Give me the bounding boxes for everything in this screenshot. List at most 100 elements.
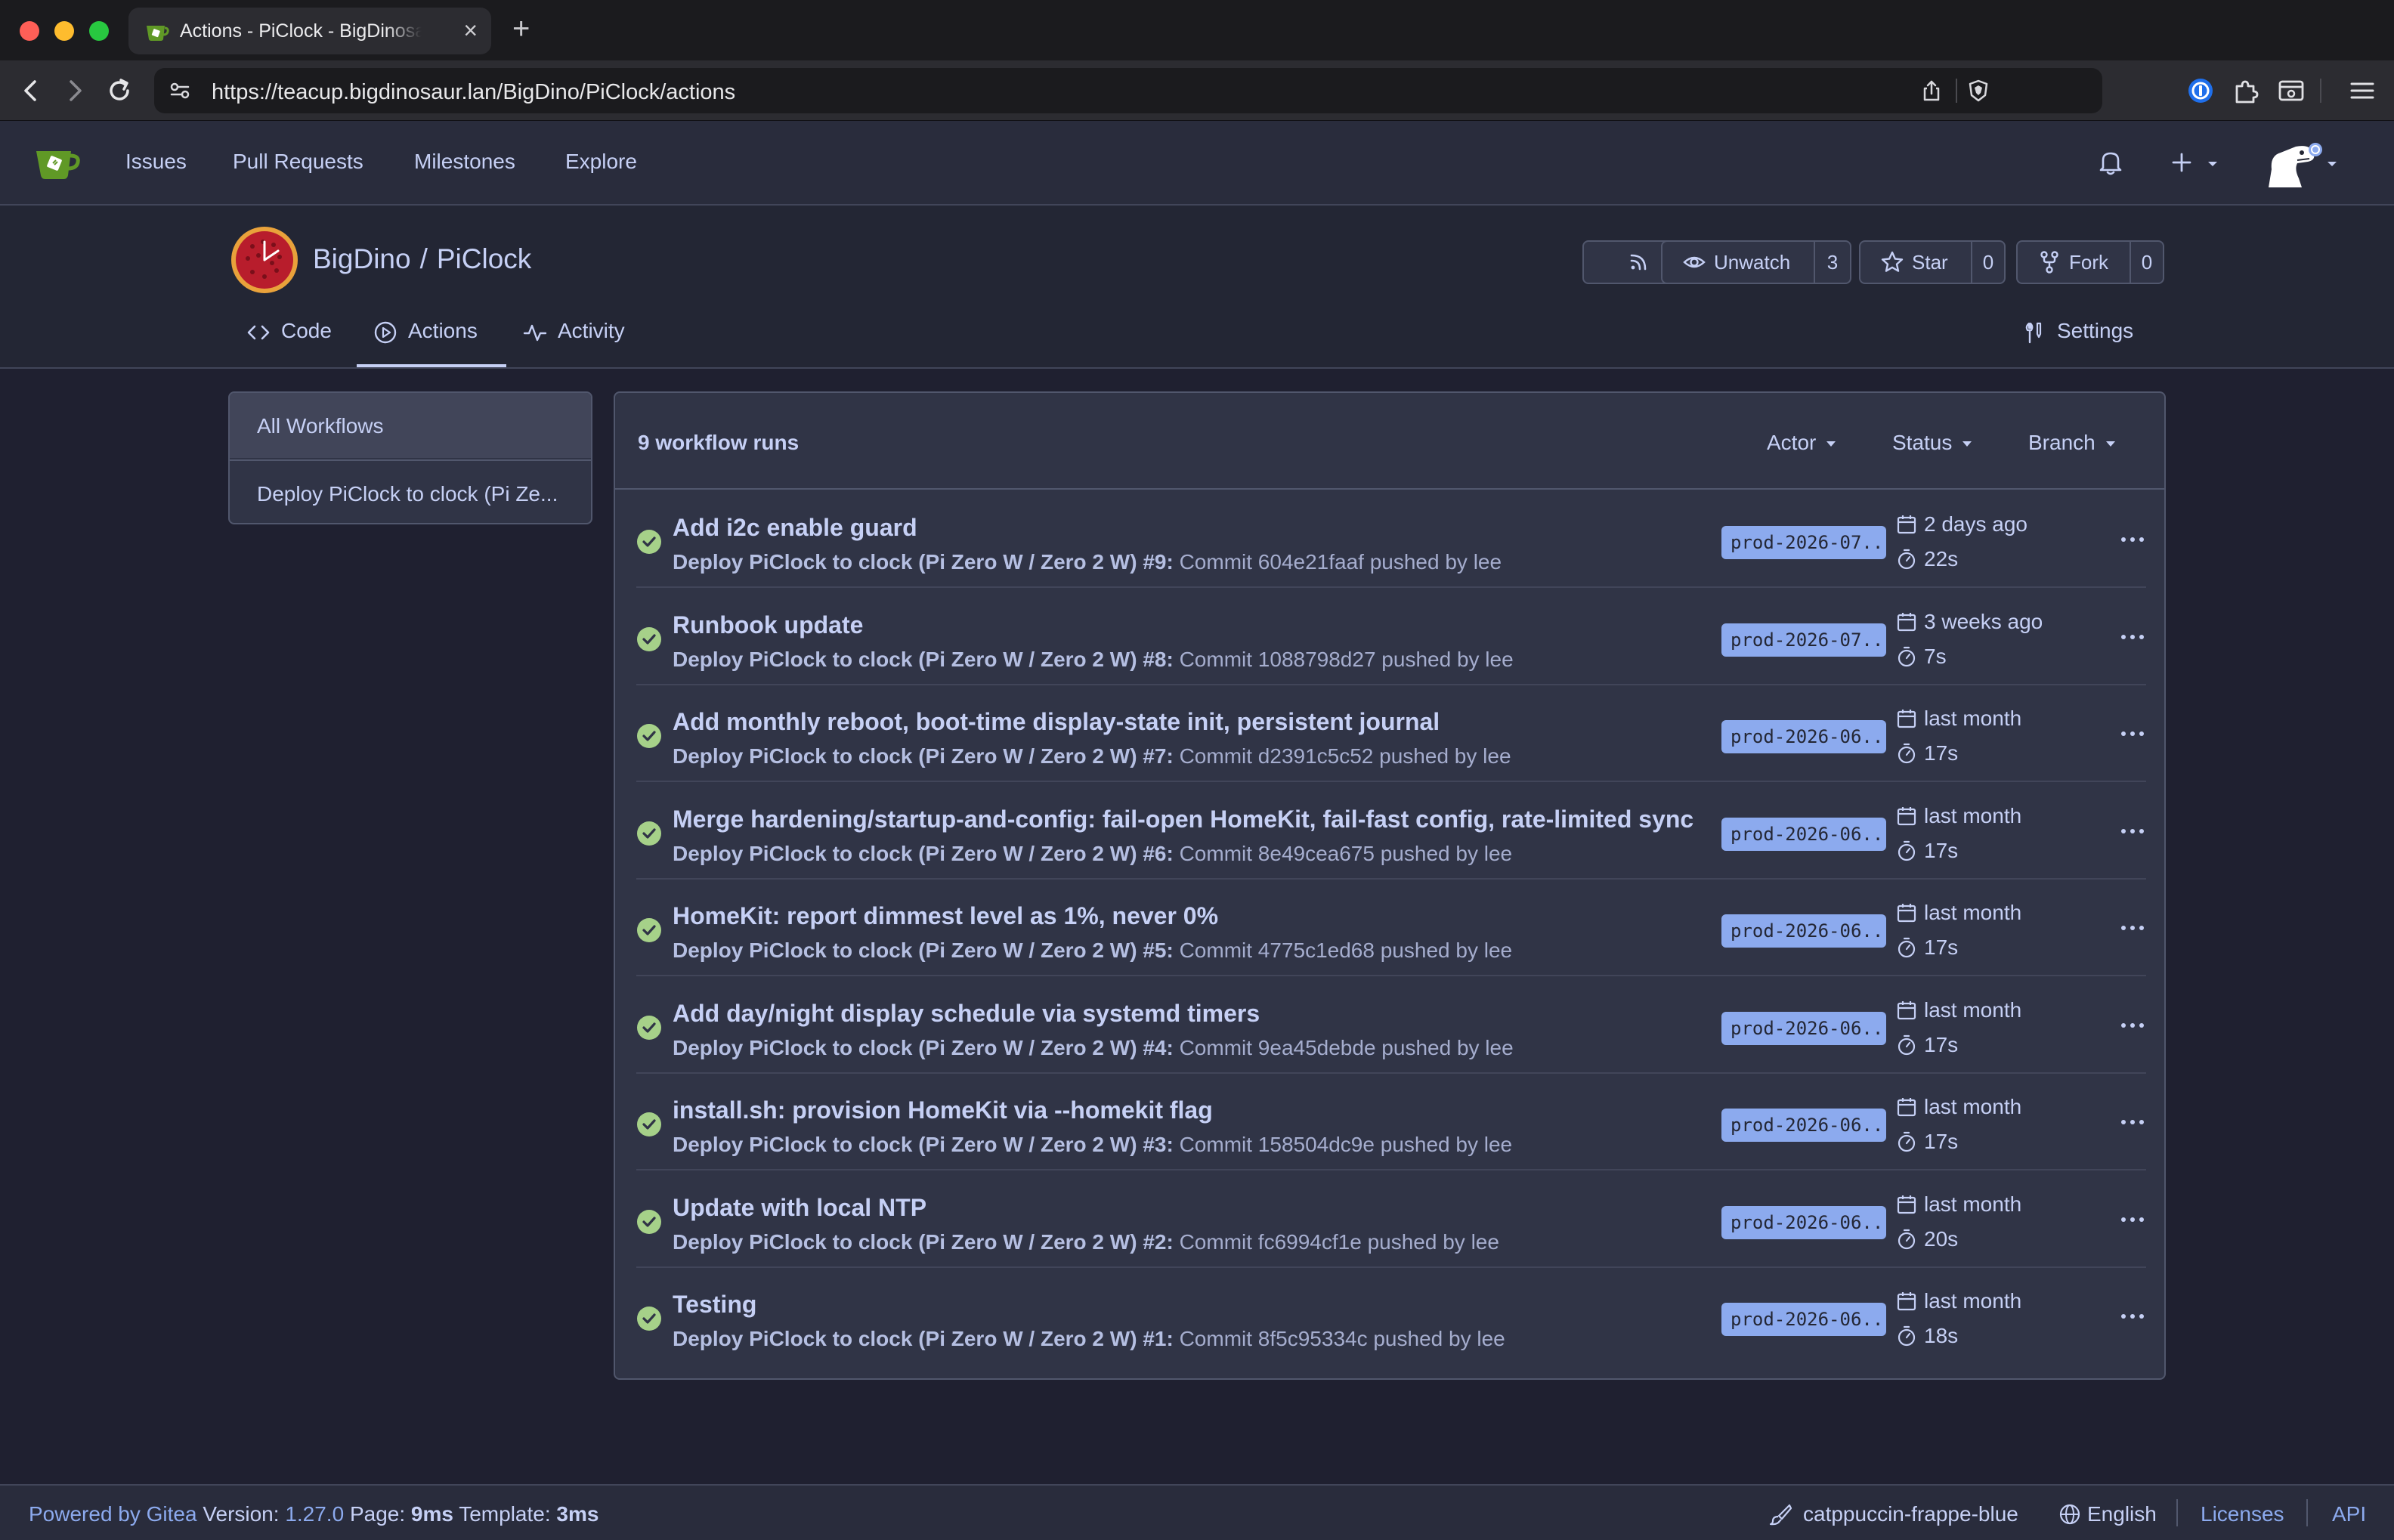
run-title-link[interactable]: Merge hardening/startup-and-config: fail… xyxy=(673,806,1693,833)
more-options-icon[interactable] xyxy=(2119,922,2146,934)
close-window-button[interactable] xyxy=(20,21,39,41)
branch-badge[interactable]: prod-2026-06... xyxy=(1721,1109,1886,1142)
maximize-window-button[interactable] xyxy=(89,21,109,41)
more-options-icon[interactable] xyxy=(2119,1116,2146,1128)
repo-title: BigDino / PiClock xyxy=(313,243,531,275)
branch-badge[interactable]: prod-2026-06... xyxy=(1721,1303,1886,1336)
branch-badge[interactable]: prod-2026-06... xyxy=(1721,720,1886,753)
run-title-link[interactable]: Add i2c enable guard xyxy=(673,514,917,542)
run-title-link[interactable]: Add day/night display schedule via syste… xyxy=(673,1000,1260,1028)
run-commit-detail: Commit 8e49cea675 pushed by lee xyxy=(1179,841,1513,865)
back-icon[interactable] xyxy=(17,76,47,106)
fork-count[interactable]: 0 xyxy=(2130,242,2163,283)
branch-badge[interactable]: prod-2026-06... xyxy=(1721,1011,1886,1045)
extensions-icon[interactable] xyxy=(2231,76,2261,106)
branch-badge[interactable]: prod-2026-07... xyxy=(1721,526,1886,559)
gitea-logo-icon[interactable] xyxy=(33,138,82,186)
run-time-text: 2 days ago xyxy=(1924,512,2027,536)
run-row[interactable]: Runbook update Deploy PiClock to clock (P… xyxy=(636,589,2146,685)
branch-badge[interactable]: prod-2026-06... xyxy=(1721,1205,1886,1239)
create-new-plus-icon[interactable] xyxy=(2166,147,2198,178)
run-duration-text: 7s xyxy=(1924,644,1947,668)
new-tab-button[interactable]: + xyxy=(512,12,530,45)
menu-icon[interactable] xyxy=(2347,76,2377,106)
user-avatar-menu[interactable] xyxy=(2264,139,2337,190)
address-bar[interactable]: https://teacup.bigdinosaur.lan/BigDino/P… xyxy=(154,68,2102,113)
watch-count[interactable]: 3 xyxy=(1814,242,1850,283)
run-row[interactable]: HomeKit: report dimmest level as 1%, nev… xyxy=(636,880,2146,976)
run-title-link[interactable]: install.sh: provision HomeKit via --home… xyxy=(673,1096,1213,1124)
run-title-link[interactable]: Testing xyxy=(673,1291,756,1319)
branch-badge[interactable]: prod-2026-06... xyxy=(1721,914,1886,948)
fork-button[interactable]: Fork xyxy=(2018,242,2130,283)
run-title-link[interactable]: Runbook update xyxy=(673,611,863,639)
run-row[interactable]: Merge hardening/startup-and-config: fail… xyxy=(636,783,2146,880)
branch-badge[interactable]: prod-2026-07... xyxy=(1721,623,1886,657)
more-options-icon[interactable] xyxy=(2119,1019,2146,1031)
run-workflow-name: Deploy PiClock to clock (Pi Zero W / Zer… xyxy=(673,647,1174,671)
tab-actions[interactable]: Actions xyxy=(373,319,478,367)
nav-pull-requests[interactable]: Pull Requests xyxy=(233,150,363,174)
tab-close-icon[interactable]: × xyxy=(463,17,478,44)
run-row[interactable]: Update with local NTP Deploy PiClock to c… xyxy=(636,1171,2146,1268)
repo-name-link[interactable]: PiClock xyxy=(437,243,531,274)
run-row[interactable]: install.sh: provision HomeKit via --home… xyxy=(636,1074,2146,1170)
branch-filter-dropdown[interactable]: Branch xyxy=(2028,431,2115,455)
url-text[interactable]: https://teacup.bigdinosaur.lan/BigDino/P… xyxy=(212,80,735,105)
password-manager-icon[interactable] xyxy=(2185,76,2216,106)
tab-settings[interactable]: Settings xyxy=(2022,319,2133,367)
create-chevron-down-icon[interactable] xyxy=(2207,160,2219,168)
actor-filter-dropdown[interactable]: Actor xyxy=(1767,431,1836,455)
more-options-icon[interactable] xyxy=(2119,631,2146,643)
site-settings-icon[interactable] xyxy=(168,79,192,103)
more-options-icon[interactable] xyxy=(2119,825,2146,837)
run-title-link[interactable]: Update with local NTP xyxy=(673,1194,926,1222)
run-duration: 22s xyxy=(1895,547,1958,571)
run-row[interactable]: Add i2c enable guard Deploy PiClock to cl… xyxy=(636,491,2146,588)
more-options-icon[interactable] xyxy=(2119,1214,2146,1226)
forward-icon[interactable] xyxy=(59,76,89,106)
star-button[interactable]: Star xyxy=(1860,242,1971,283)
nav-explore[interactable]: Explore xyxy=(565,150,637,174)
version-link[interactable]: 1.27.0 xyxy=(285,1502,344,1526)
more-options-icon[interactable] xyxy=(2119,728,2146,740)
run-row[interactable]: Add monthly reboot, boot-time display-st… xyxy=(636,685,2146,782)
calendar-icon xyxy=(1897,710,1916,728)
reload-icon[interactable] xyxy=(104,76,135,106)
minimize-window-button[interactable] xyxy=(54,21,74,41)
nav-milestones[interactable]: Milestones xyxy=(414,150,515,174)
run-duration-text: 17s xyxy=(1924,1032,1959,1056)
licenses-link[interactable]: Licenses xyxy=(2201,1502,2284,1526)
nav-issues[interactable]: Issues xyxy=(125,150,187,174)
run-duration-text: 17s xyxy=(1924,1130,1959,1153)
status-filter-dropdown[interactable]: Status xyxy=(1892,431,1972,455)
avatar-chevron-down-icon[interactable] xyxy=(2326,160,2338,168)
theme-selector[interactable]: catppuccin-frappe-blue xyxy=(1768,1502,2018,1526)
api-link[interactable]: API xyxy=(2332,1502,2366,1526)
run-row[interactable]: Testing Deploy PiClock to clock (Pi Zero … xyxy=(636,1268,2146,1365)
sidebar-item-deploy-workflow[interactable]: Deploy PiClock to clock (Pi Ze... xyxy=(230,459,591,523)
run-title-link[interactable]: HomeKit: report dimmest level as 1%, nev… xyxy=(673,902,1218,930)
branch-badge[interactable]: prod-2026-06... xyxy=(1721,817,1886,851)
tab-activity[interactable]: Activity xyxy=(523,319,625,367)
more-options-icon[interactable] xyxy=(2119,533,2146,546)
powered-by-gitea-link[interactable]: Powered by Gitea xyxy=(29,1502,197,1526)
run-duration-text: 17s xyxy=(1924,838,1959,862)
language-selector[interactable]: English xyxy=(2058,1502,2157,1526)
avatar[interactable] xyxy=(2264,139,2324,190)
brave-shields-icon[interactable] xyxy=(1966,79,1990,103)
run-duration-text: 18s xyxy=(1924,1324,1959,1347)
success-check-icon xyxy=(637,724,661,748)
unwatch-button[interactable]: Unwatch xyxy=(1662,242,1814,283)
tab-code[interactable]: Code xyxy=(246,319,332,367)
notifications-bell-icon[interactable] xyxy=(2095,147,2126,178)
more-options-icon[interactable] xyxy=(2119,1310,2146,1322)
share-icon[interactable] xyxy=(1919,79,1944,103)
repo-owner-link[interactable]: BigDino xyxy=(313,243,411,274)
run-title-link[interactable]: Add monthly reboot, boot-time display-st… xyxy=(673,708,1440,736)
star-count[interactable]: 0 xyxy=(1971,242,2004,283)
sidebar-item-all-workflows[interactable]: All Workflows xyxy=(230,393,591,458)
run-row[interactable]: Add day/night display schedule via syste… xyxy=(636,977,2146,1074)
reader-view-icon[interactable] xyxy=(2276,76,2306,106)
browser-tab-active[interactable]: Actions - PiClock - BigDinosaur × xyxy=(128,8,491,54)
